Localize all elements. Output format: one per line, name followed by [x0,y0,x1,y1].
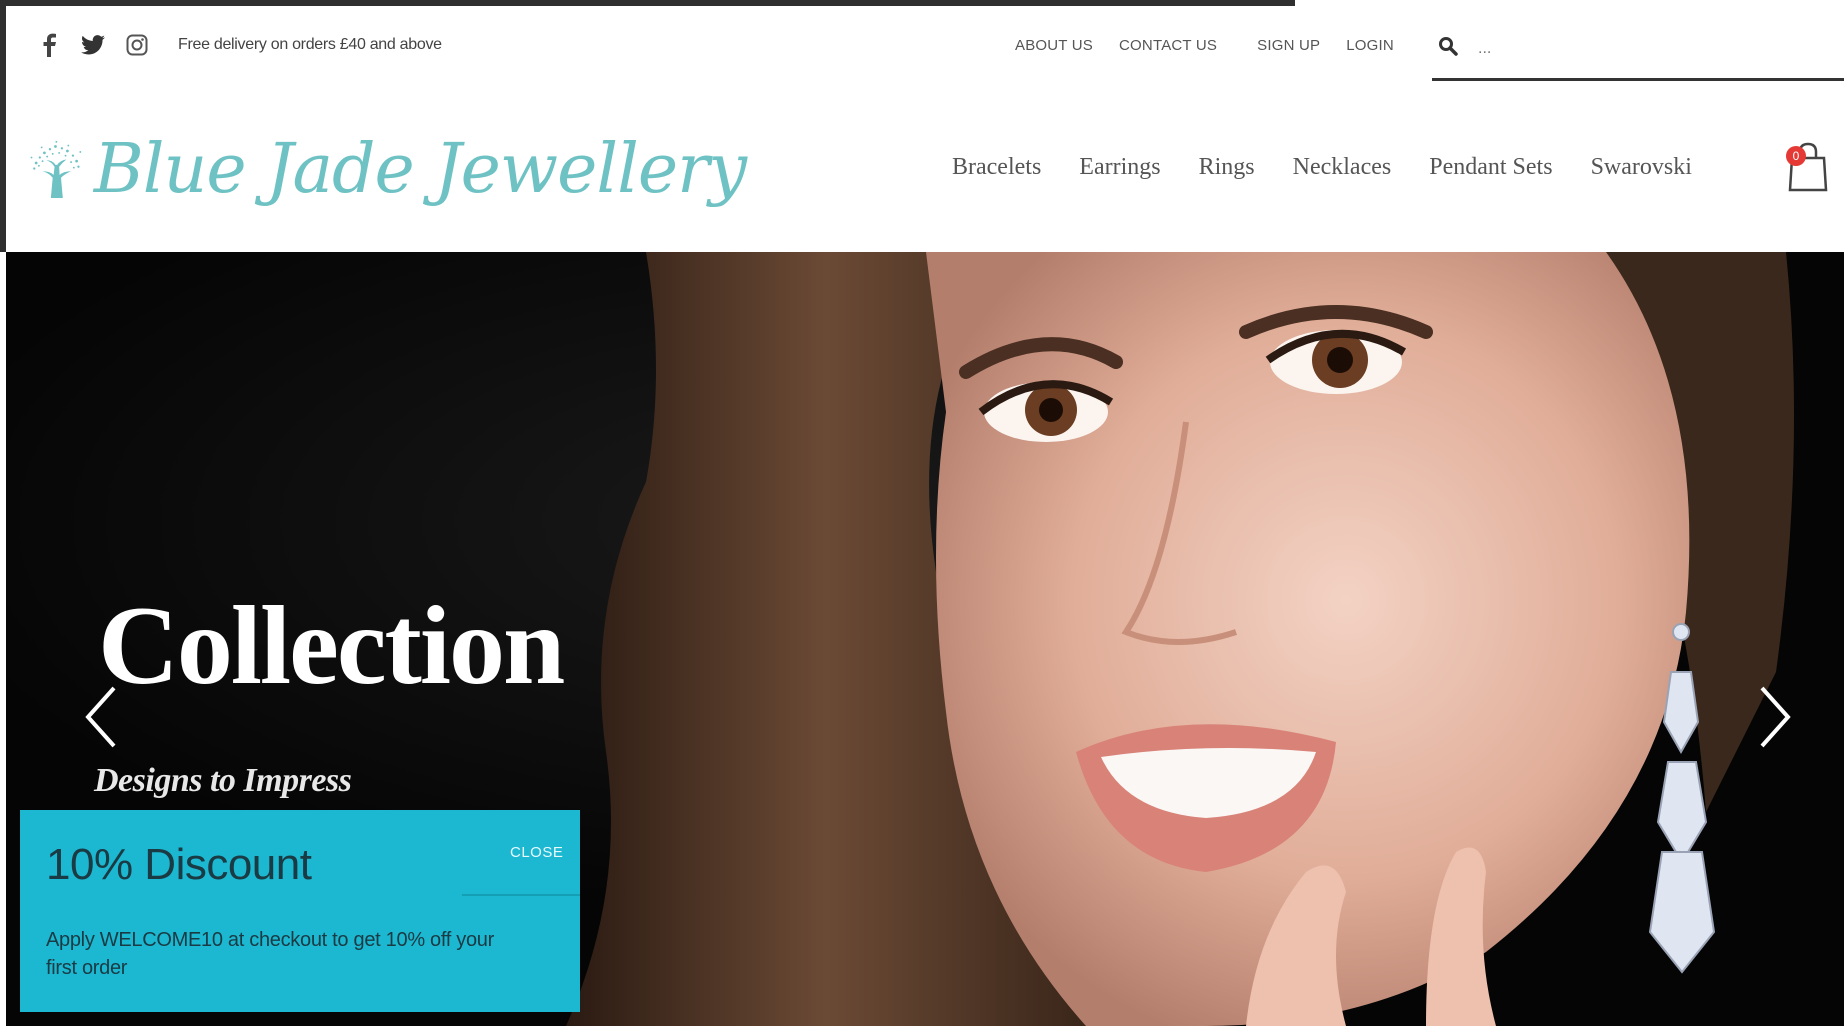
brand-logo[interactable]: Blue Jade Jewellery [26,104,747,234]
tree-logo-icon [30,140,82,198]
instagram-icon[interactable] [124,32,150,58]
hero-title: Collection [98,584,565,708]
discount-text: Apply WELCOME10 at checkout to get 10% o… [46,929,494,979]
search-icon[interactable] [1438,36,1460,58]
nav-rings[interactable]: Rings [1199,154,1255,181]
brand-name: Blue Jade Jewellery [93,129,747,209]
shopping-bag-icon [1788,142,1828,192]
cart-count-badge: 0 [1786,146,1806,166]
account-links: ABOUT US CONTACT US SIGN UP LOGIN [1015,37,1394,54]
nav-necklaces[interactable]: Necklaces [1293,154,1392,181]
chevron-left-icon [85,686,116,748]
close-button[interactable]: CLOSE [510,844,563,861]
top-utility-bar: Free delivery on orders £40 and above AB… [0,6,1844,81]
contact-us-link[interactable]: CONTACT US [1119,37,1217,54]
search-input[interactable] [1476,34,1830,64]
nav-earrings[interactable]: Earrings [1079,154,1160,181]
cart-button[interactable]: 0 [1780,138,1836,194]
discount-title: 10% Discount [46,840,312,889]
facebook-icon[interactable] [36,32,62,58]
slider-next-button[interactable] [1754,682,1796,752]
sign-up-link[interactable]: SIGN UP [1257,37,1320,54]
chevron-right-icon [1760,686,1791,748]
social-links [36,32,150,58]
hero-subtitle: Designs to Impress [94,762,352,799]
about-us-link[interactable]: ABOUT US [1015,37,1093,54]
category-nav: Bracelets Earrings Rings Necklaces Penda… [952,154,1692,181]
slider-prev-button[interactable] [80,682,122,752]
nav-pendant-sets[interactable]: Pendant Sets [1429,154,1552,181]
popup-divider [462,894,580,896]
search-box [1432,28,1844,81]
site-header: Blue Jade Jewellery Bracelets Earrings R… [0,80,1844,252]
free-delivery-notice: Free delivery on orders £40 and above [178,36,442,53]
nav-swarovski[interactable]: Swarovski [1591,154,1692,181]
discount-popup: 10% Discount CLOSE Apply WELCOME10 at ch… [20,810,580,1012]
twitter-icon[interactable] [80,32,106,58]
login-link[interactable]: LOGIN [1346,37,1394,54]
nav-bracelets[interactable]: Bracelets [952,154,1041,181]
